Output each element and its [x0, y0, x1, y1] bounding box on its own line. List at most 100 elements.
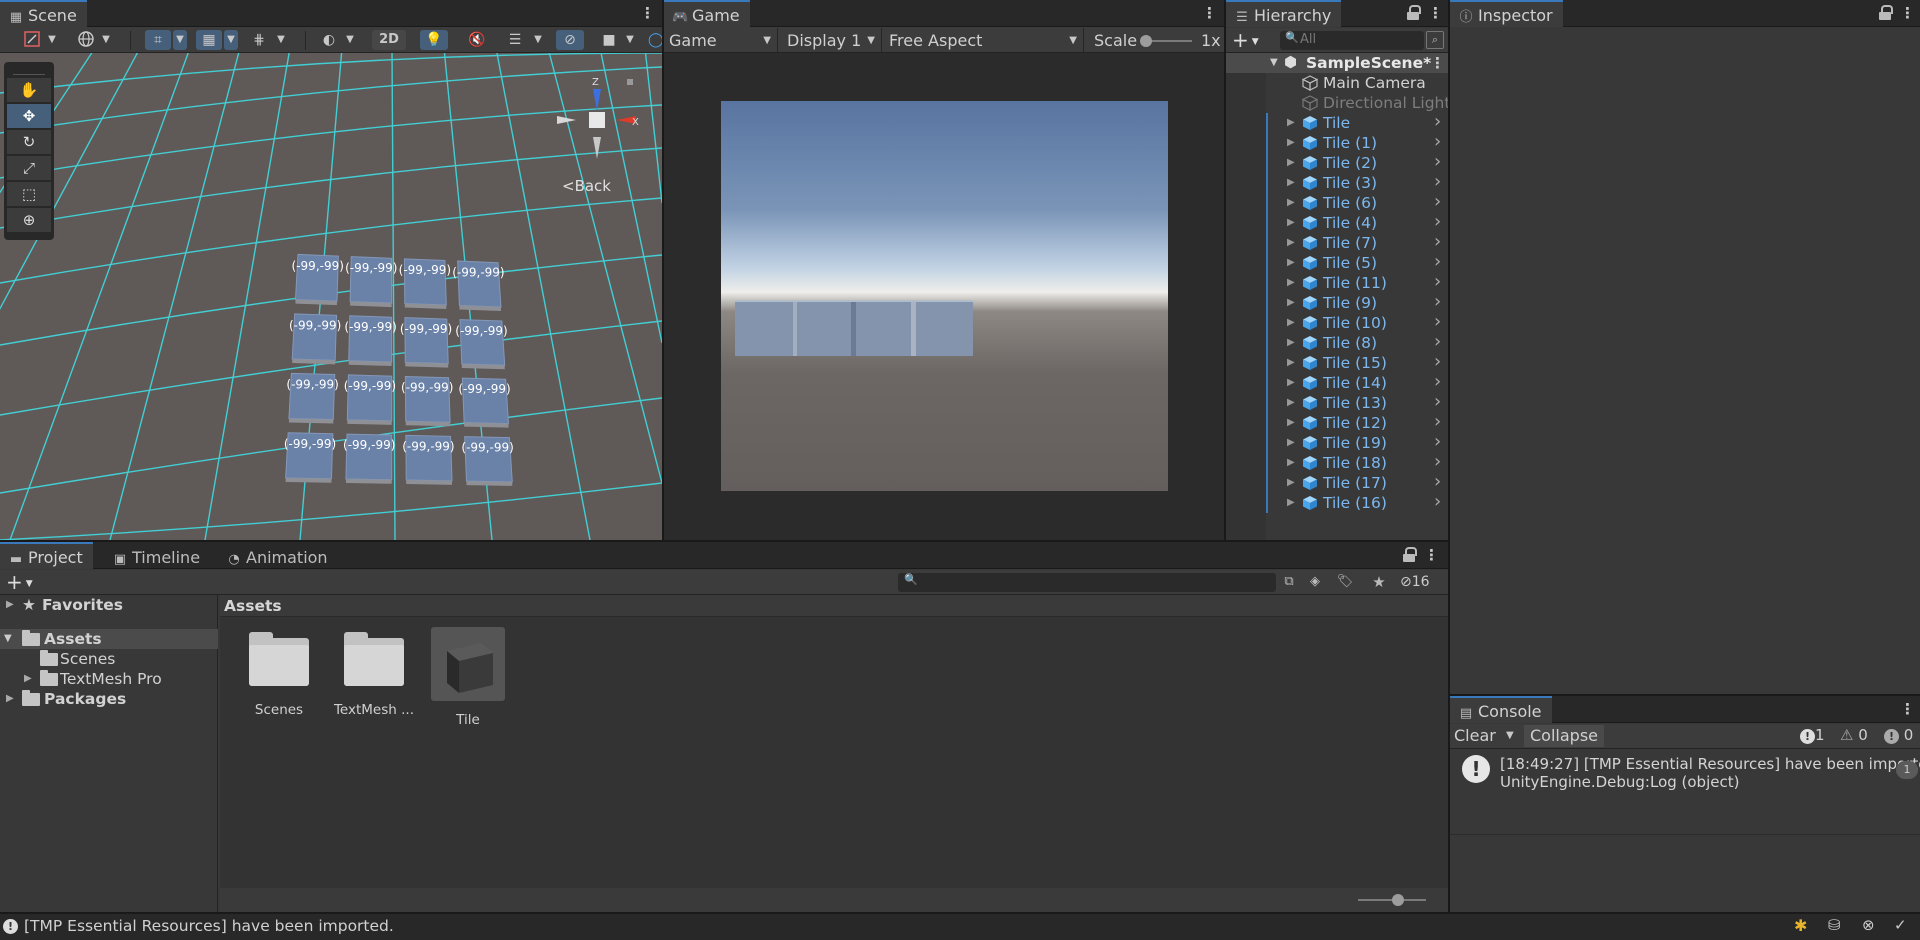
open-prefab-chevron-icon[interactable]: ›	[1434, 191, 1441, 212]
aspect-dropdown[interactable]: Free Aspect ▼	[884, 28, 1084, 53]
hierarchy-item[interactable]: ▶ Tile (10) ›	[1226, 311, 1448, 333]
effects-dropdown-icon[interactable]: ▼	[532, 30, 544, 50]
grid-visibility-dropdown-icon[interactable]: ▼	[224, 30, 238, 50]
expand-triangle-icon[interactable]: ▶	[1287, 117, 1295, 128]
expand-triangle-icon[interactable]: ▶	[1287, 157, 1295, 168]
open-prefab-chevron-icon[interactable]: ›	[1434, 491, 1441, 512]
open-prefab-chevron-icon[interactable]: ›	[1434, 371, 1441, 392]
icon-size-slider-thumb[interactable]	[1392, 894, 1404, 906]
console-entry[interactable]: ! [18:49:27] [TMP Essential Resources] h…	[1450, 749, 1920, 835]
tab-inspector[interactable]: ⓘ Inspector	[1450, 0, 1563, 27]
scene-visibility-icon[interactable]: ⊘	[556, 30, 584, 50]
hierarchy-item[interactable]: ▶ Tile (13) ›	[1226, 391, 1448, 413]
scene-viewport[interactable]: (-99,-99) (-99,-99) (-99,-99) (-99,-99) (-99…	[0, 53, 662, 540]
hierarchy-item[interactable]: ▶ Tile (5) ›	[1226, 251, 1448, 273]
search-options-icon[interactable]: ⌕	[1426, 31, 1444, 49]
audio-toggle-icon[interactable]: 🔇	[464, 30, 490, 50]
camera-icon[interactable]: ■	[598, 30, 620, 50]
error-count-button[interactable]: ! 0	[1884, 726, 1913, 744]
game-viewport[interactable]	[664, 53, 1224, 540]
open-prefab-chevron-icon[interactable]: ›	[1434, 411, 1441, 432]
palette-handle[interactable]	[13, 65, 45, 75]
expand-triangle-icon[interactable]: ▶	[1287, 417, 1295, 428]
hierarchy-item[interactable]: ▶ Tile (12) ›	[1226, 411, 1448, 433]
grid-snap-dropdown-icon[interactable]: ▼	[173, 30, 187, 50]
hierarchy-item[interactable]: ▶ Tile (11) ›	[1226, 271, 1448, 293]
open-prefab-chevron-icon[interactable]: ›	[1434, 271, 1441, 292]
cache-server-icon[interactable]: ⛁	[1828, 916, 1841, 934]
expand-triangle-icon[interactable]: ▶	[1287, 237, 1295, 248]
expand-triangle-icon[interactable]: ▶	[1287, 297, 1295, 308]
open-prefab-chevron-icon[interactable]: ›	[1434, 351, 1441, 372]
network-off-icon[interactable]: ⊗	[1862, 916, 1875, 934]
expand-triangle-icon[interactable]: ▶	[1287, 357, 1295, 368]
scale-tool-icon[interactable]: ⤢	[7, 156, 51, 180]
game-view-dropdown[interactable]: Game ▼	[664, 28, 778, 53]
asset-textmesh-folder[interactable]: TextMesh ...	[329, 632, 419, 718]
globe-icon[interactable]	[76, 30, 96, 50]
tab-console[interactable]: ▤ Console	[1450, 696, 1552, 723]
warning-count-button[interactable]: ⚠ 0	[1840, 726, 1868, 744]
hierarchy-menu-icon[interactable]: ⋮	[1428, 3, 1443, 23]
hierarchy-item[interactable]: ▶ Tile (18) ›	[1226, 451, 1448, 473]
orientation-gizmo[interactable]: Z X	[552, 73, 642, 163]
tree-packages[interactable]: ▶ Packages	[0, 689, 218, 709]
open-prefab-chevron-icon[interactable]: ›	[1434, 211, 1441, 232]
expand-triangle-icon[interactable]: ▼	[4, 629, 12, 649]
clear-button[interactable]: Clear	[1454, 726, 1496, 745]
breadcrumb-assets[interactable]: Assets	[224, 597, 282, 615]
status-message[interactable]: [TMP Essential Resources] have been impo…	[24, 917, 394, 935]
project-search-field[interactable]: 🔍	[898, 573, 1276, 592]
search-popout-icon[interactable]: ⧉	[1278, 572, 1300, 592]
open-prefab-chevron-icon[interactable]: ›	[1434, 331, 1441, 352]
asset-tile-prefab[interactable]: Tile	[423, 627, 513, 728]
rect-tool-icon[interactable]: ⬚	[7, 182, 51, 206]
tab-animation[interactable]: ◔ Animation	[218, 542, 338, 569]
inspector-menu-icon[interactable]: ⋮	[1900, 3, 1915, 23]
open-prefab-chevron-icon[interactable]: ›	[1434, 171, 1441, 192]
draw-mode-icon[interactable]	[22, 30, 42, 50]
game-menu-icon[interactable]: ⋮	[1202, 3, 1217, 23]
open-prefab-chevron-icon[interactable]: ›	[1434, 131, 1441, 152]
asset-scenes-folder[interactable]: Scenes	[234, 632, 324, 718]
expand-triangle-icon[interactable]: ▶	[1287, 277, 1295, 288]
toggle-2d-button[interactable]: 2D	[372, 30, 406, 50]
expand-triangle-icon[interactable]: ▶	[1287, 497, 1295, 508]
hierarchy-item[interactable]: ▶ Tile (9) ›	[1226, 291, 1448, 313]
expand-triangle-icon[interactable]: ▶	[1287, 377, 1295, 388]
expand-triangle-icon[interactable]: ▶	[1287, 337, 1295, 348]
grid-visibility-icon[interactable]: ▦	[196, 30, 222, 50]
lock-icon[interactable]	[1878, 4, 1893, 22]
hierarchy-item[interactable]: ▶ Tile (2) ›	[1226, 151, 1448, 173]
hand-tool-icon[interactable]: ✋	[7, 78, 51, 102]
hierarchy-item[interactable]: Main Camera	[1226, 73, 1448, 93]
move-tool-icon[interactable]: ✥	[7, 104, 51, 128]
project-menu-icon[interactable]: ⋮	[1424, 545, 1439, 565]
hierarchy-search-field[interactable]: 🔍 All	[1280, 31, 1424, 50]
expand-triangle-icon[interactable]: ▶	[1287, 457, 1295, 468]
hierarchy-item[interactable]: ▶ Tile (6) ›	[1226, 191, 1448, 213]
tree-assets[interactable]: ▼ Assets	[0, 629, 218, 649]
open-prefab-chevron-icon[interactable]: ›	[1434, 111, 1441, 132]
info-count-button[interactable]: ! 1	[1800, 726, 1825, 744]
hierarchy-item[interactable]: ▶ Tile (17) ›	[1226, 471, 1448, 493]
camera-dropdown-icon[interactable]: ▼	[624, 30, 636, 50]
project-add-button[interactable]: + ▼	[6, 570, 33, 596]
expand-triangle-icon[interactable]: ▼	[1270, 57, 1278, 68]
open-prefab-chevron-icon[interactable]: ›	[1434, 251, 1441, 272]
hierarchy-item[interactable]: ▶ Tile (15) ›	[1226, 351, 1448, 373]
hierarchy-item[interactable]: ▶ Tile (4) ›	[1226, 211, 1448, 233]
open-prefab-chevron-icon[interactable]: ›	[1434, 431, 1441, 452]
expand-triangle-icon[interactable]: ▶	[1287, 217, 1295, 228]
favorite-star-icon[interactable]: ★	[1368, 572, 1390, 592]
hierarchy-item[interactable]: ▶ Tile (8) ›	[1226, 331, 1448, 353]
scale-slider[interactable]	[1140, 35, 1192, 47]
increment-snap-dropdown-icon[interactable]: ▼	[274, 30, 288, 50]
tree-scenes[interactable]: Scenes	[0, 649, 218, 669]
status-check-icon[interactable]: ✓	[1894, 916, 1907, 934]
expand-triangle-icon[interactable]: ▶	[1287, 477, 1295, 488]
open-prefab-chevron-icon[interactable]: ›	[1434, 311, 1441, 332]
open-prefab-chevron-icon[interactable]: ›	[1434, 151, 1441, 172]
shading-mode-icon[interactable]: ◐	[318, 30, 340, 50]
filter-by-type-icon[interactable]: ◈	[1304, 572, 1326, 592]
